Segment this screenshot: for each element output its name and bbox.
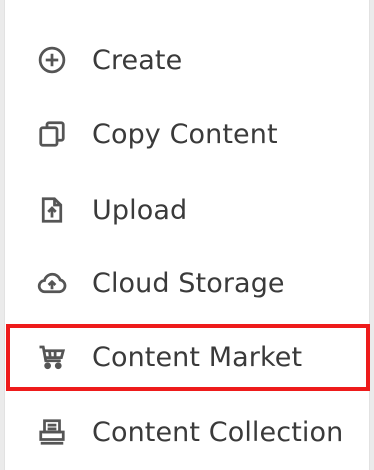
menu-item-label: Copy Content	[92, 118, 278, 150]
menu-item-cloud-storage[interactable]: Cloud Storage	[5, 253, 371, 313]
menu-item-label: Content Market	[92, 341, 303, 373]
copy-icon	[35, 117, 69, 151]
upload-file-icon	[35, 193, 69, 227]
menu-item-upload[interactable]: Upload	[5, 180, 371, 240]
dropdown-menu: Create Copy Content Upload Cloud Storage…	[4, 0, 370, 470]
shopping-cart-icon	[35, 340, 69, 374]
menu-item-label: Cloud Storage	[92, 267, 285, 299]
menu-item-copy-content[interactable]: Copy Content	[5, 104, 371, 164]
plus-circle-icon	[35, 43, 69, 77]
menu-item-content-collection[interactable]: Content Collection	[5, 402, 371, 462]
menu-item-content-market[interactable]: Content Market	[5, 327, 371, 387]
menu-item-label: Content Collection	[92, 416, 344, 448]
menu-item-create[interactable]: Create	[5, 30, 371, 90]
printer-icon	[35, 415, 69, 449]
menu-item-label: Upload	[92, 194, 188, 226]
cloud-upload-icon	[35, 266, 69, 300]
menu-item-label: Create	[92, 44, 183, 76]
